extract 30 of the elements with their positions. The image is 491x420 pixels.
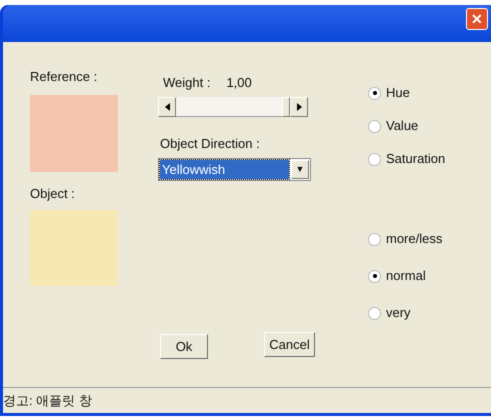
radio-label: more/less — [386, 230, 442, 248]
radio-label: Hue — [386, 84, 410, 102]
left-arrow-icon — [164, 103, 170, 111]
radio-label: Value — [386, 117, 418, 136]
dropdown-button[interactable]: ▼ — [291, 160, 309, 179]
cancel-button[interactable]: Cancel — [264, 332, 315, 357]
direction-dropdown[interactable]: Yellowwish ▼ — [158, 158, 311, 181]
left-arrow-button[interactable] — [158, 97, 176, 117]
radio-button[interactable] — [368, 120, 381, 132]
radio-button[interactable] — [368, 86, 381, 100]
object-label: Object : — [30, 185, 76, 203]
right-arrow-icon — [296, 103, 302, 111]
reference-label: Reference : — [30, 68, 98, 86]
slider-thumb[interactable] — [282, 97, 290, 117]
weight-value: 1,00 — [226, 74, 252, 92]
radio-button[interactable] — [368, 232, 381, 246]
radio-button[interactable] — [368, 152, 381, 166]
radio-label: very — [386, 304, 411, 322]
radio-button[interactable] — [368, 270, 381, 282]
weight-slider[interactable] — [158, 97, 308, 117]
right-arrow-button[interactable] — [290, 97, 308, 117]
radio-label: normal — [386, 267, 426, 286]
weight-label: Weight : — [163, 74, 210, 92]
radio-label: Saturation — [386, 150, 446, 168]
dropdown-value: Yellowwish — [160, 160, 289, 179]
direction-label: Object Direction : — [159, 135, 261, 153]
radio-button[interactable] — [368, 306, 381, 320]
status-text: 경고: 애플릿 창 — [3, 392, 92, 410]
ok-button[interactable]: Ok — [160, 334, 208, 359]
close-button[interactable]: ✕ — [466, 8, 488, 30]
